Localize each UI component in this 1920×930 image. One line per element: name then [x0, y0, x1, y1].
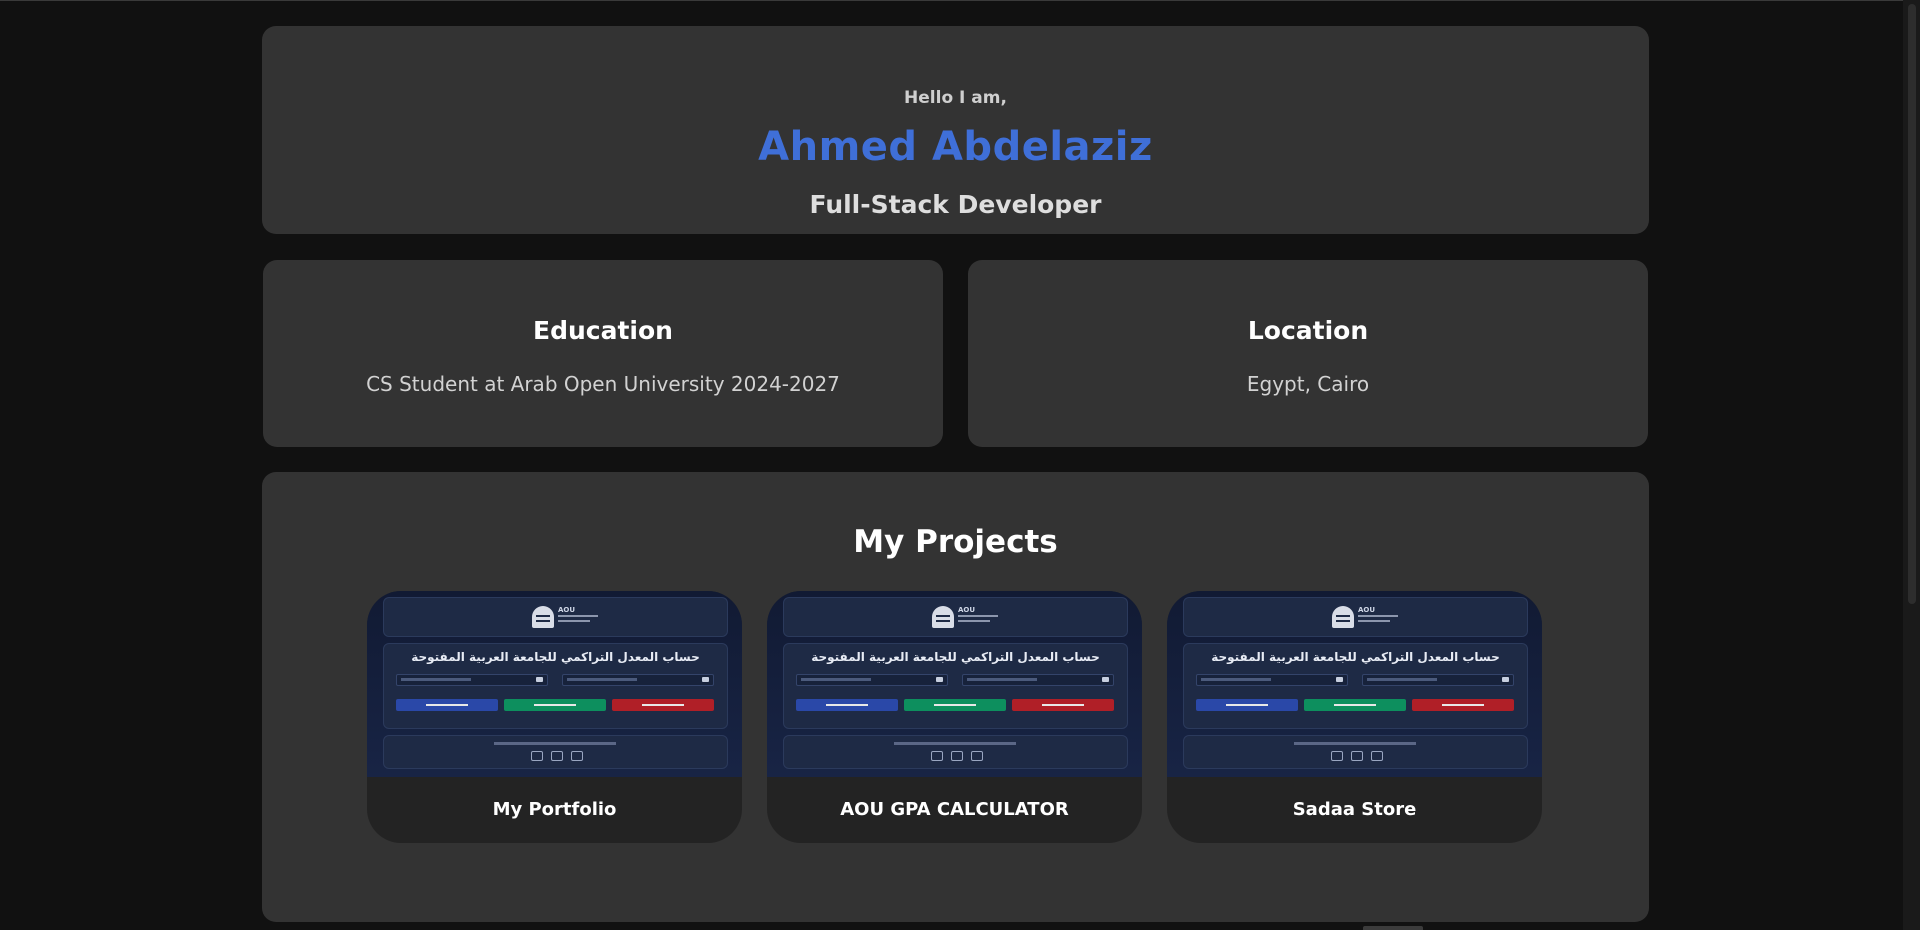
thumbnail-heading: حساب المعدل التراكمي للجامعة العربية الم… — [1211, 650, 1500, 664]
thumbnail-heading: حساب المعدل التراكمي للجامعة العربية الم… — [411, 650, 700, 664]
project-name[interactable]: Sadaa Store — [1167, 799, 1542, 820]
developer-name: Ahmed Abdelaziz — [758, 124, 1153, 170]
project-thumbnail: AOU حساب المعدل التراكمي للجامعة العربية… — [367, 591, 742, 777]
thumbnail-button — [1304, 699, 1406, 711]
x-icon — [971, 751, 983, 761]
project-name[interactable]: My Portfolio — [367, 799, 742, 820]
thumbnail-input — [396, 674, 548, 686]
location-title: Location — [1247, 316, 1369, 345]
aou-logo-icon — [532, 606, 554, 628]
project-card-portfolio[interactable]: AOU حساب المعدل التراكمي للجامعة العربية… — [367, 591, 742, 843]
linkedin-icon — [1351, 751, 1363, 761]
thumbnail-button — [796, 699, 898, 711]
thumbnail-button — [904, 699, 1006, 711]
thumbnail-form: حساب المعدل التراكمي للجامعة العربية الم… — [1183, 643, 1528, 729]
thumbnail-button — [1012, 699, 1114, 711]
linkedin-icon — [551, 751, 563, 761]
education-text: CS Student at Arab Open University 2024-… — [366, 372, 840, 396]
thumbnail-footer — [783, 735, 1128, 769]
project-card-sadaa-store[interactable]: AOU حساب المعدل التراكمي للجامعة العربية… — [1167, 591, 1542, 843]
thumbnail-input — [1196, 674, 1348, 686]
thumbnail-form: حساب المعدل التراكمي للجامعة العربية الم… — [783, 643, 1128, 729]
project-card-gpa-calculator[interactable]: AOU حساب المعدل التراكمي للجامعة العربية… — [767, 591, 1142, 843]
bottom-indicator — [1363, 926, 1423, 930]
projects-section: My Projects AOU حساب المعدل التراكمي للج… — [262, 472, 1649, 922]
thumbnail-button — [1196, 699, 1298, 711]
location-text: Egypt, Cairo — [1246, 372, 1370, 396]
hero-card: Hello I am, Ahmed Abdelaziz Full-Stack D… — [262, 26, 1649, 234]
thumbnail-footer — [383, 735, 728, 769]
projects-title: My Projects — [853, 524, 1058, 560]
thumbnail-button — [1412, 699, 1514, 711]
project-name[interactable]: AOU GPA CALCULATOR — [767, 799, 1142, 820]
github-icon — [1331, 751, 1343, 761]
thumbnail-header: AOU — [383, 597, 728, 637]
aou-logo-icon — [1332, 606, 1354, 628]
thumbnail-button — [396, 699, 498, 711]
thumbnail-heading: حساب المعدل التراكمي للجامعة العربية الم… — [811, 650, 1100, 664]
github-icon — [531, 751, 543, 761]
vertical-scrollbar[interactable] — [1903, 0, 1920, 930]
thumbnail-input — [962, 674, 1114, 686]
thumbnail-input — [1362, 674, 1514, 686]
github-icon — [931, 751, 943, 761]
thumbnail-input — [796, 674, 948, 686]
project-thumbnail: AOU حساب المعدل التراكمي للجامعة العربية… — [767, 591, 1142, 777]
thumbnail-logo-text: AOU — [1358, 606, 1376, 614]
scrollbar-thumb[interactable] — [1908, 4, 1916, 604]
thumbnail-header: AOU — [783, 597, 1128, 637]
thumbnail-footer — [1183, 735, 1528, 769]
developer-role: Full-Stack Developer — [809, 190, 1102, 219]
x-icon — [1371, 751, 1383, 761]
greeting-text: Hello I am, — [904, 88, 1007, 108]
project-thumbnail: AOU حساب المعدل التراكمي للجامعة العربية… — [1167, 591, 1542, 777]
thumbnail-button — [612, 699, 714, 711]
thumbnail-form: حساب المعدل التراكمي للجامعة العربية الم… — [383, 643, 728, 729]
thumbnail-input — [562, 674, 714, 686]
thumbnail-logo-text: AOU — [558, 606, 576, 614]
education-card: Education CS Student at Arab Open Univer… — [263, 260, 943, 447]
aou-logo-icon — [932, 606, 954, 628]
location-card: Location Egypt, Cairo — [968, 260, 1648, 447]
x-icon — [571, 751, 583, 761]
thumbnail-button — [504, 699, 606, 711]
window-top-border — [0, 0, 1920, 1]
thumbnail-logo-text: AOU — [958, 606, 976, 614]
education-title: Education — [533, 316, 673, 345]
linkedin-icon — [951, 751, 963, 761]
thumbnail-header: AOU — [1183, 597, 1528, 637]
